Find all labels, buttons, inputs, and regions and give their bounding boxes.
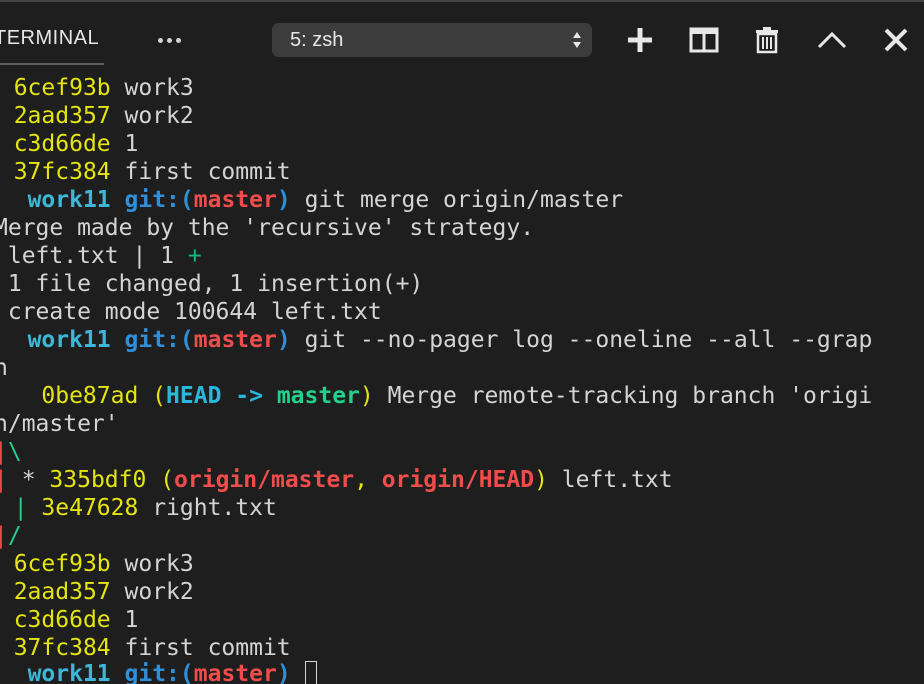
select-arrows-icon <box>573 32 581 48</box>
close-icon[interactable] <box>880 24 912 56</box>
log-line: * 37fc384 first commit <box>13 635 291 661</box>
log-line: * c3d66de 1 <box>13 607 139 633</box>
text-cursor <box>304 661 317 684</box>
trash-icon[interactable] <box>751 24 783 56</box>
prompt-line: ➜ work11 git:(master) git --no-pager log… <box>27 327 873 353</box>
log-line: * c3d66de 1 <box>13 131 139 157</box>
output-line: Merge made by the 'recursive' strategy. <box>0 215 535 241</box>
terminal-output[interactable]: * 6cef93b work3 * 2aad357 work2 * c3d66d… <box>0 64 924 684</box>
graph-line: |/ <box>0 523 22 549</box>
prompt-line[interactable]: ➜ work11 git:(master) <box>0 660 317 684</box>
prompt-line: ➜ work11 git:(master) git merge origin/m… <box>27 187 624 213</box>
log-line: | * 335bdf0 (origin/master, origin/HEAD)… <box>0 467 673 493</box>
terminal-panel: TERMINAL 5: zsh 6cef93b work3 2aad357 wo… <box>0 0 924 684</box>
output-line: h <box>0 355 8 381</box>
log-line: * 0be87ad (HEAD -> master) Merge remote-… <box>41 383 873 409</box>
terminal-select-value: 5: zsh <box>290 29 344 51</box>
panel-header: TERMINAL 5: zsh <box>0 2 924 65</box>
log-line: * 2aad357 work2 <box>13 103 194 129</box>
graph-line: |\ <box>0 439 22 465</box>
log-line: * | 3e47628 right.txt <box>13 495 277 521</box>
log-line: * 6cef93b work3 <box>13 75 194 101</box>
more-icon[interactable] <box>158 35 188 45</box>
log-line: * 37fc384 first commit <box>13 159 291 185</box>
terminal-select[interactable]: 5: zsh <box>272 23 592 57</box>
log-line: * 2aad357 work2 <box>13 579 194 605</box>
output-line: 1 file changed, 1 insertion(+) <box>0 271 424 297</box>
split-icon[interactable] <box>688 24 720 56</box>
plus-icon[interactable] <box>624 24 656 56</box>
output-line: left.txt | 1 + <box>0 243 202 269</box>
chevron-up-icon[interactable] <box>816 24 848 56</box>
output-line: n/master' <box>0 411 119 437</box>
log-line: * 6cef93b work3 <box>13 551 194 577</box>
output-line: create mode 100644 left.txt <box>0 299 382 325</box>
tab-terminal[interactable]: TERMINAL <box>0 26 99 50</box>
